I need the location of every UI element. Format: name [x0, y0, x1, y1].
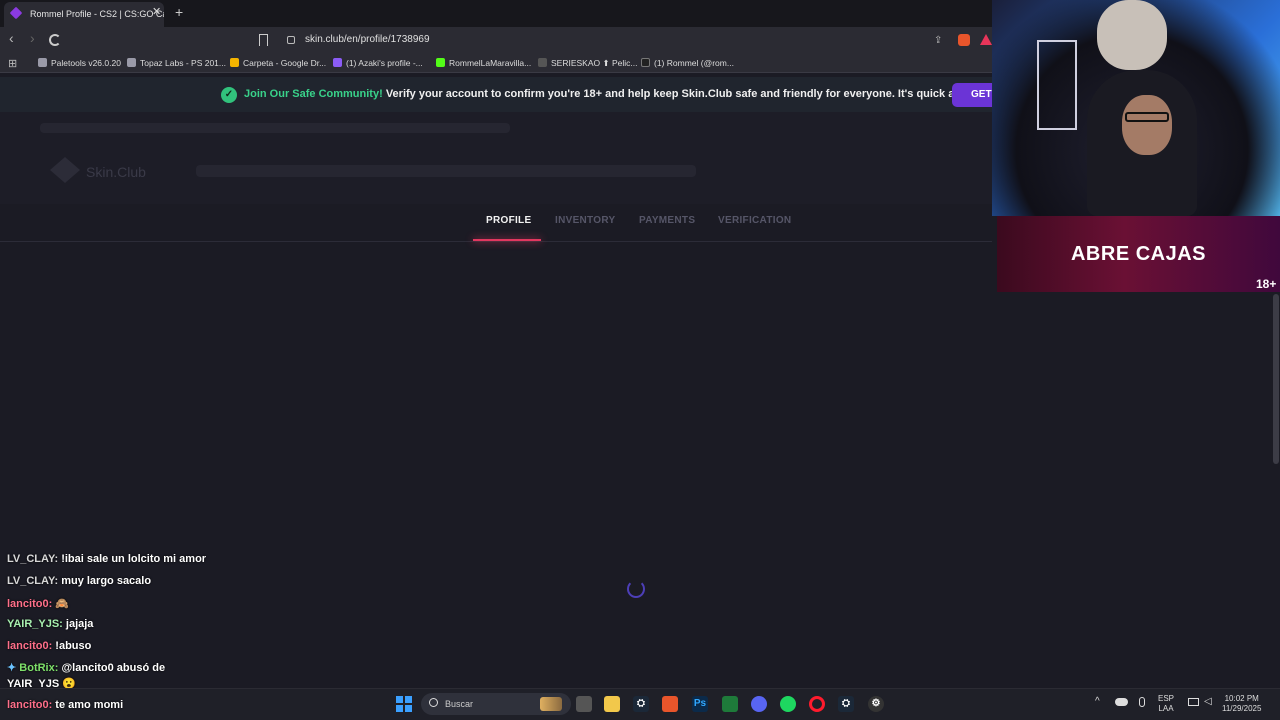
- shelf: [1037, 40, 1077, 130]
- tray-chevron-icon[interactable]: ^: [1095, 696, 1100, 707]
- search-icon: [429, 698, 438, 707]
- microphone-icon[interactable]: [1139, 697, 1145, 707]
- tab-payments[interactable]: PAYMENTS: [639, 215, 695, 226]
- chat-message: LV_CLAY: muy largo sacalo: [7, 575, 152, 587]
- bookmark-item[interactable]: Carpeta - Google Dr...: [230, 55, 326, 71]
- bookmark-item[interactable]: Paletools v26.0.20: [38, 55, 121, 71]
- tab-close-icon[interactable]: ✕: [152, 0, 161, 25]
- bookmark-favicon-icon: [538, 58, 547, 67]
- loading-spinner-icon: [627, 580, 645, 598]
- tab-verification[interactable]: VERIFICATION: [718, 215, 791, 226]
- search-highlight-icon: [540, 697, 562, 711]
- brave-browser-icon[interactable]: [662, 696, 678, 712]
- cloud-icon[interactable]: [1115, 698, 1128, 706]
- overlay-title: ABRE CAJAS: [1070, 243, 1207, 265]
- x-icon: [641, 58, 650, 67]
- tab-profile[interactable]: PROFILE: [486, 215, 531, 226]
- streamer-face: [1122, 95, 1172, 155]
- active-tab-indicator: [473, 239, 541, 241]
- spotify-icon[interactable]: [780, 696, 796, 712]
- webcam-feed: [992, 0, 1280, 216]
- check-badge-icon: ✓: [221, 87, 237, 103]
- brand-name[interactable]: Skin.Club: [86, 164, 146, 180]
- twitch-icon: [333, 58, 342, 67]
- clock[interactable]: 10:02 PM 11/29/2025: [1222, 694, 1261, 714]
- bookmark-icon[interactable]: [259, 34, 268, 46]
- banner-message: Verify your account to confirm you're 18…: [385, 88, 998, 100]
- forward-icon[interactable]: ›: [30, 30, 35, 46]
- bookmark-favicon-icon: [38, 58, 47, 67]
- bookmark-item[interactable]: SERIESKAO ⬆ Pelic...: [538, 55, 637, 71]
- new-tab-icon[interactable]: +: [175, 4, 183, 20]
- address-bar[interactable]: skin.club/en/profile/1738969: [280, 30, 992, 50]
- chat-message: lancito0: 🙈: [7, 598, 69, 610]
- bookmark-item[interactable]: Topaz Labs - PS 201...: [127, 55, 226, 71]
- bookmark-favicon-icon: [127, 58, 136, 67]
- tab-inventory[interactable]: INVENTORY: [555, 215, 616, 226]
- settings-gear-icon[interactable]: ⚙: [868, 696, 884, 712]
- sword-badge-icon: ✦: [7, 662, 17, 674]
- glasses: [1125, 112, 1169, 122]
- google-drive-icon: [230, 58, 239, 67]
- apps-grid-icon[interactable]: ⊞: [8, 57, 17, 70]
- network-icon[interactable]: [1188, 698, 1199, 706]
- photoshop-icon[interactable]: Ps: [692, 696, 708, 712]
- back-icon[interactable]: ‹: [9, 30, 14, 46]
- reload-loading-icon[interactable]: [49, 34, 61, 46]
- discord-icon[interactable]: [751, 696, 767, 712]
- url-text: skin.club/en/profile/1738969: [305, 34, 430, 45]
- blurred-main-nav: [196, 165, 696, 177]
- brave-rewards-icon[interactable]: [980, 34, 992, 45]
- poster-figure: [1097, 0, 1167, 70]
- share-icon[interactable]: ⇪: [934, 35, 942, 46]
- bookmark-item[interactable]: (1) Rommel (@rom...: [641, 55, 734, 71]
- banner-headline: Join Our Safe Community!: [244, 88, 383, 100]
- steam-icon-2[interactable]: ⛭: [838, 696, 854, 712]
- task-view-icon[interactable]: [576, 696, 592, 712]
- tab-title: Rommel Profile - CS2 | CS:GO Ca: [30, 9, 164, 19]
- chat-message: ✦ BotRix: @lancito0 abusó de: [7, 662, 166, 674]
- bookmark-item[interactable]: (1) Azaki's profile -...: [333, 55, 423, 71]
- file-explorer-icon[interactable]: [604, 696, 620, 712]
- language-indicator[interactable]: ESP LAA: [1158, 694, 1174, 714]
- chat-message: YAIR_YJS: jajaja: [7, 618, 94, 630]
- page-scrollbar[interactable]: [1273, 294, 1279, 464]
- opera-icon[interactable]: [809, 696, 825, 712]
- chat-message: lancito0: te amo momi: [7, 699, 124, 711]
- volume-icon[interactable]: ◁: [1204, 696, 1212, 707]
- chat-message: lancito0: !abuso: [7, 640, 92, 652]
- blurred-top-nav: [40, 123, 510, 133]
- site-info-icon[interactable]: [287, 36, 295, 44]
- browser-tab[interactable]: Rommel Profile - CS2 | CS:GO Ca: [4, 2, 164, 27]
- windows-start-icon[interactable]: [396, 696, 412, 712]
- banner-text: Join Our Safe Community! Verify your acc…: [244, 88, 998, 100]
- kick-icon: [436, 58, 445, 67]
- steam-icon[interactable]: ⛭: [633, 696, 649, 712]
- spreadsheet-app-icon[interactable]: [722, 696, 738, 712]
- brave-shield-icon[interactable]: [958, 34, 970, 46]
- bookmark-item[interactable]: RommelLaMaravilla...: [436, 55, 531, 71]
- chat-message: LV_CLAY: !ibai sale un lolcito mi amor: [7, 553, 207, 565]
- age-rating: 18+: [1256, 277, 1277, 291]
